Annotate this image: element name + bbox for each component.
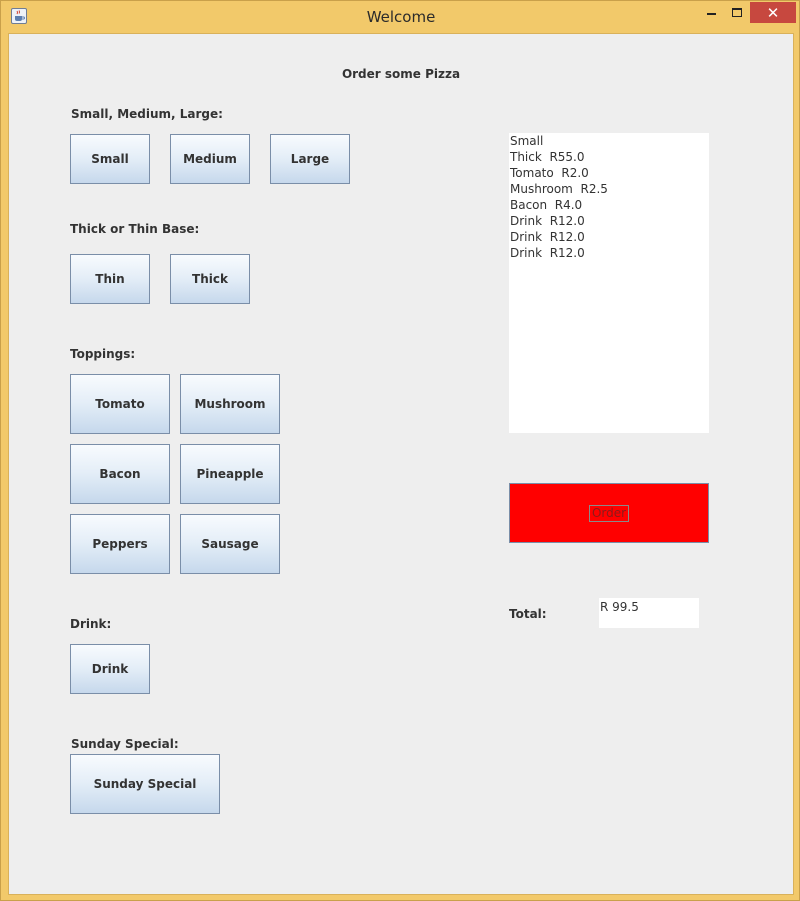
thin-button[interactable]: Thin [70, 254, 150, 304]
medium-button[interactable]: Medium [170, 134, 250, 184]
sausage-button[interactable]: Sausage [180, 514, 280, 574]
large-button[interactable]: Large [270, 134, 350, 184]
list-item[interactable]: Thick R55.0 [509, 149, 709, 165]
peppers-button[interactable]: Peppers [70, 514, 170, 574]
minimize-icon [706, 13, 716, 15]
base-label: Thick or Thin Base: [70, 222, 200, 236]
list-item[interactable]: Mushroom R2.5 [509, 181, 709, 197]
sunday-special-label: Sunday Special: [71, 737, 179, 751]
maximize-icon [732, 7, 742, 17]
list-item[interactable]: Drink R12.0 [509, 229, 709, 245]
list-item[interactable]: Drink R12.0 [509, 213, 709, 229]
order-button-label: Order [588, 504, 630, 522]
mushroom-button[interactable]: Mushroom [180, 374, 280, 434]
drink-button[interactable]: Drink [70, 644, 150, 694]
sunday-special-button[interactable]: Sunday Special [70, 754, 220, 814]
total-field[interactable]: R 99.5 [599, 598, 699, 628]
drink-label: Drink: [70, 617, 112, 631]
tomato-button[interactable]: Tomato [70, 374, 170, 434]
small-button[interactable]: Small [70, 134, 150, 184]
window-title: Welcome [366, 8, 436, 26]
toppings-label: Toppings: [70, 347, 136, 361]
close-button[interactable]: ✕ [750, 2, 796, 23]
list-item[interactable]: Bacon R4.0 [509, 197, 709, 213]
order-button[interactable]: Order [509, 483, 709, 543]
list-item[interactable]: Small [509, 133, 709, 149]
list-item[interactable]: Tomato R2.0 [509, 165, 709, 181]
main-panel: Order some Pizza Small, Medium, Large: S… [8, 33, 794, 895]
maximize-button[interactable] [724, 2, 750, 22]
page-title: Order some Pizza [341, 67, 461, 81]
bacon-button[interactable]: Bacon [70, 444, 170, 504]
order-list[interactable]: Small Thick R55.0 Tomato R2.0 Mushroom R… [509, 133, 709, 433]
list-item[interactable]: Drink R12.0 [509, 245, 709, 261]
minimize-button[interactable] [698, 2, 724, 22]
title-bar: Welcome ✕ [1, 1, 800, 33]
thick-button[interactable]: Thick [170, 254, 250, 304]
close-icon: ✕ [766, 3, 780, 22]
app-window: Welcome ✕ Order some Pizza Small, Medium… [0, 0, 800, 901]
pineapple-button[interactable]: Pineapple [180, 444, 280, 504]
total-label: Total: [509, 607, 547, 621]
size-label: Small, Medium, Large: [71, 107, 223, 121]
